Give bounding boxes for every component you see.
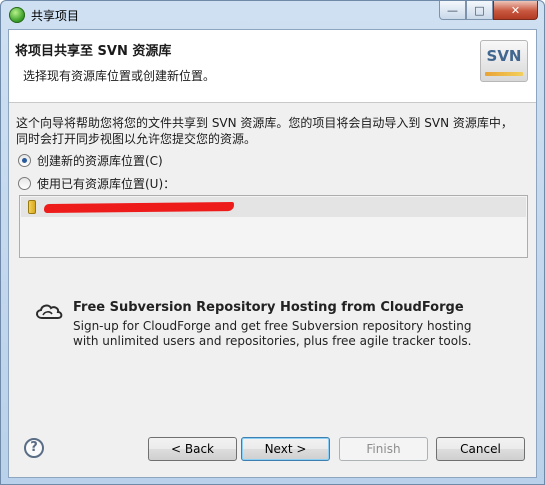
redacted-repository-url [43, 201, 235, 213]
window-title: 共享项目 [31, 9, 80, 23]
repository-location-list[interactable] [19, 195, 528, 258]
use-existing-label: 使用已有资源库位置(U)： [37, 176, 176, 191]
use-existing-location-option[interactable]: 使用已有资源库位置(U)： [18, 175, 175, 191]
next-button[interactable]: Next > [241, 437, 330, 461]
create-new-label: 创建新的资源库位置(C) [37, 153, 163, 168]
intro-line-2: 同时会打开同步视图以允许您提交您的资源。 [16, 132, 257, 146]
wizard-page-description: 选择现有资源库位置或创建新位置。 [23, 69, 216, 83]
minimize-icon: — [447, 3, 458, 17]
cloudforge-icon [36, 304, 63, 319]
intro-line-1: 这个向导将帮助您将您的文件共享到 SVN 资源库。您的项目将会自动导入到 SVN… [16, 116, 513, 130]
repository-list-item[interactable] [21, 197, 526, 217]
help-icon[interactable]: ? [24, 438, 44, 458]
wizard-page-title: 将项目共享至 SVN 资源库 [15, 44, 172, 59]
wizard-banner: 将项目共享至 SVN 资源库 选择现有资源库位置或创建新位置。 SVN [9, 30, 536, 103]
repository-icon [28, 200, 36, 214]
maximize-button[interactable]: □ [466, 1, 493, 20]
window-controls: — □ ✕ [439, 1, 538, 21]
use-existing-radio[interactable] [18, 176, 31, 190]
cloudforge-link[interactable]: Free Subversion Repository Hosting from … [73, 300, 464, 315]
title-bar[interactable]: 共享项目 — □ ✕ [1, 1, 544, 29]
dialog-client-area: 将项目共享至 SVN 资源库 选择现有资源库位置或创建新位置。 SVN 这个向导… [8, 29, 537, 478]
maximize-icon: □ [474, 3, 485, 17]
back-button[interactable]: < Back [148, 437, 237, 461]
cloudforge-desc-line-2: with unlimited users and repositories, p… [73, 334, 472, 348]
close-icon: ✕ [510, 3, 521, 17]
create-new-radio[interactable] [18, 153, 31, 167]
svn-logo-text: SVN [486, 47, 522, 65]
cloudforge-desc-line-1: Sign-up for CloudForge and get free Subv… [73, 319, 472, 333]
svn-logo-icon: SVN [480, 40, 528, 82]
create-new-location-option[interactable]: 创建新的资源库位置(C) [18, 152, 163, 168]
close-button[interactable]: ✕ [493, 1, 538, 20]
svn-logo-stripe [485, 72, 523, 76]
cancel-button[interactable]: Cancel [436, 437, 525, 461]
share-project-dialog: 共享项目 — □ ✕ 将项目共享至 SVN 资源库 选择现有资源库位置或创建新位… [0, 0, 545, 485]
cloudforge-description: Sign-up for CloudForge and get free Subv… [73, 319, 471, 349]
minimize-button[interactable]: — [439, 1, 466, 20]
app-icon [9, 7, 25, 23]
finish-button: Finish [339, 437, 428, 461]
intro-text: 这个向导将帮助您将您的文件共享到 SVN 资源库。您的项目将会自动导入到 SVN… [16, 115, 531, 147]
